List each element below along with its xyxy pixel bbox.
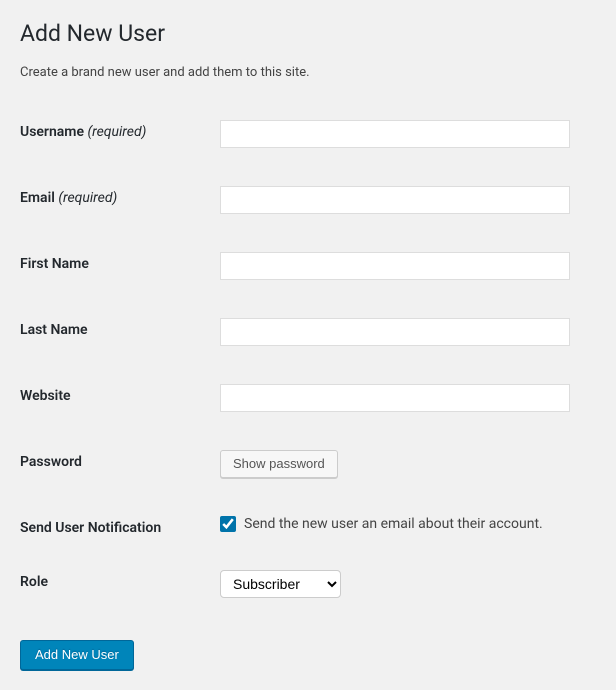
password-label: Password [20,440,220,506]
user-form-table: Username (required) Email (required) Fir… [20,110,596,626]
page-title: Add New User [20,20,596,47]
first-name-field[interactable] [220,252,570,280]
role-label: Role [20,560,220,626]
add-user-button[interactable]: Add New User [20,640,134,670]
last-name-field[interactable] [220,318,570,346]
notification-label: Send User Notification [20,506,220,560]
email-field[interactable] [220,186,570,214]
show-password-button[interactable]: Show password [220,450,338,478]
page-description: Create a brand new user and add them to … [20,65,596,80]
website-field[interactable] [220,384,570,412]
last-name-label: Last Name [20,308,220,374]
website-label: Website [20,374,220,440]
notification-checkbox-label: Send the new user an email about their a… [244,516,543,532]
username-field[interactable] [220,120,570,148]
first-name-label: First Name [20,242,220,308]
notification-checkbox[interactable] [220,516,236,532]
email-label: Email (required) [20,176,220,242]
username-label: Username (required) [20,110,220,176]
role-select[interactable]: Subscriber [220,570,341,598]
